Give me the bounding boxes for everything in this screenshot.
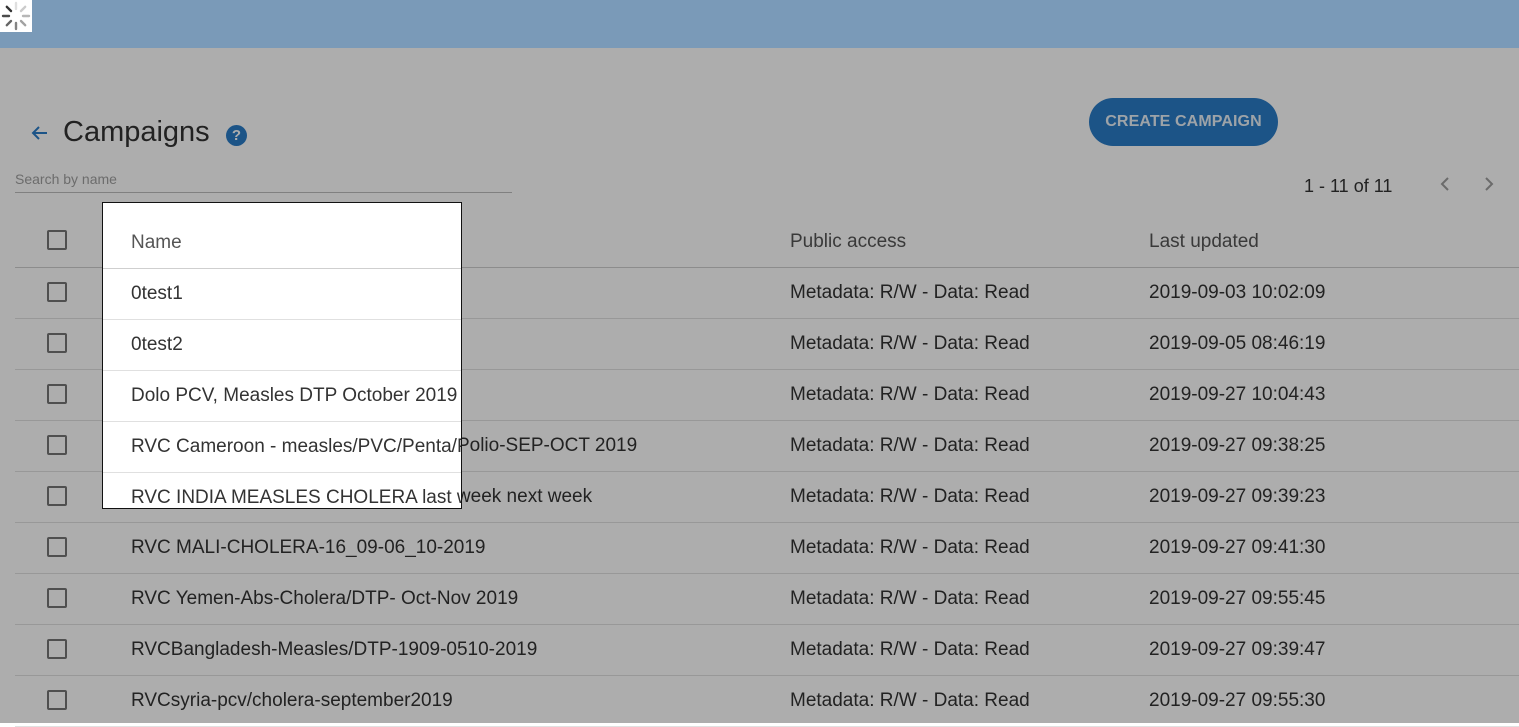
top-app-bar (0, 0, 1519, 48)
popover-item-name: 0test2 (131, 334, 183, 355)
popover-list-item[interactable]: RVC INDIA MEASLES CHOLERA last week next… (103, 473, 461, 508)
popover-list-item[interactable]: RVC Cameroon - measles/PVC/Penta/Polio-S… (103, 422, 461, 473)
popover-list-item[interactable]: 0test2 (103, 320, 461, 371)
popover-item-name: Dolo PCV, Measles DTP October 2019 (131, 385, 458, 406)
popover-header-row: Name (103, 203, 461, 269)
popover-item-name: RVC INDIA MEASLES CHOLERA last week next… (131, 487, 461, 508)
popover-list-item[interactable]: Dolo PCV, Measles DTP October 2019 (103, 371, 461, 422)
loading-spinner-icon (0, 0, 32, 32)
name-column-popover: Name 0test1 0test2 Dolo PCV, Measles DTP… (102, 202, 462, 509)
popover-item-name: 0test1 (131, 283, 183, 304)
popover-item-name: RVC Cameroon - measles/PVC/Penta/Polio-S… (131, 436, 461, 457)
popover-column-header-name[interactable]: Name (131, 218, 182, 268)
popover-list-item[interactable]: 0test1 (103, 269, 461, 320)
